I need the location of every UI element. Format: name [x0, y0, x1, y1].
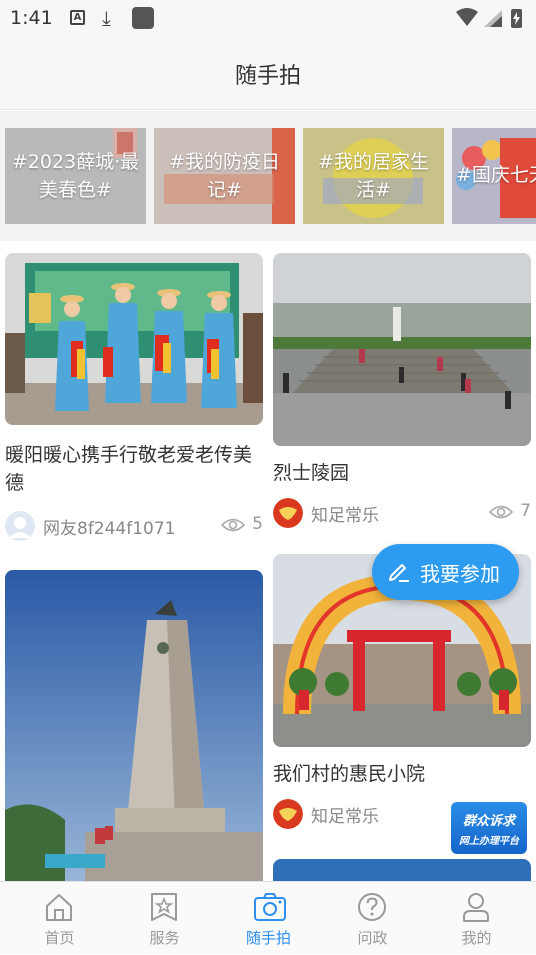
- join-button-label: 我要参加: [420, 562, 500, 586]
- star-bookmark-icon: [151, 893, 177, 921]
- view-count: 7: [520, 501, 531, 521]
- topic-card[interactable]: #2023薛城·最美春色#: [5, 128, 146, 224]
- post-title[interactable]: 烈士陵园: [273, 459, 531, 487]
- download-icon: ⤓: [102, 6, 111, 30]
- topic-label: #我的防疫日记#: [169, 151, 280, 201]
- topic-card[interactable]: #国庆七天: [452, 128, 536, 224]
- complaint-platform-badge[interactable]: 群众诉求 网上办理平台: [451, 802, 527, 854]
- post-image[interactable]: [273, 253, 531, 446]
- eye-icon: [489, 505, 513, 519]
- tab-inquiry[interactable]: 问政: [319, 882, 426, 955]
- app-header: 随手拍: [0, 36, 536, 110]
- wifi-icon: [456, 8, 478, 26]
- post-image[interactable]: [273, 859, 531, 881]
- post-title[interactable]: 我们村的惠民小院: [273, 760, 531, 788]
- post-meta: 知足常乐 7: [273, 498, 531, 528]
- topic-card[interactable]: #我的居家生活#: [303, 128, 444, 224]
- tab-label: 我的: [461, 929, 492, 947]
- avatar: [273, 799, 303, 829]
- topic-label: #我的居家生活#: [318, 151, 429, 201]
- bottom-tab-bar: 首页 服务 随手拍 问政 我的: [0, 881, 536, 954]
- question-icon: [358, 893, 386, 921]
- view-count: 5: [252, 514, 263, 534]
- topic-card[interactable]: #我的防疫日记#: [154, 128, 295, 224]
- edit-icon: [389, 564, 409, 582]
- post-card[interactable]: [273, 859, 531, 881]
- post-card[interactable]: [5, 570, 263, 881]
- badge-line1: 群众诉求: [462, 814, 515, 829]
- status-bar: 1:41 A ⤓: [0, 0, 536, 36]
- system-status-icons: [456, 8, 522, 28]
- page-title: 随手拍: [234, 64, 301, 89]
- topic-carousel[interactable]: #2023薛城·最美春色# #我的防疫日记# #我的居家生活# #国庆七天: [0, 111, 536, 241]
- tab-services[interactable]: 服务: [111, 882, 218, 955]
- app-notification-icon: [132, 7, 154, 29]
- post-image[interactable]: [5, 570, 263, 881]
- post-card[interactable]: 烈士陵园 知足常乐 7: [273, 253, 531, 533]
- join-button[interactable]: 我要参加: [372, 544, 519, 600]
- tab-snapshot[interactable]: 随手拍: [215, 882, 322, 955]
- camera-icon: [254, 893, 286, 921]
- post-title[interactable]: 暖阳暖心携手行敬老爱老传美德: [5, 441, 263, 497]
- a-notification-icon: A: [70, 10, 85, 25]
- tab-label: 随手拍: [245, 929, 291, 947]
- post-card[interactable]: 暖阳暖心携手行敬老爱老传美德 网友8f244f1071 5: [5, 253, 263, 543]
- author-name: 知足常乐: [311, 807, 379, 827]
- author-name: 知足常乐: [311, 506, 379, 526]
- tab-home[interactable]: 首页: [6, 882, 113, 955]
- badge-line2: 网上办理平台: [459, 836, 519, 847]
- post-meta: 网友8f244f1071 5: [5, 511, 263, 541]
- topic-label: #国庆七天: [456, 164, 536, 186]
- avatar: [273, 498, 303, 528]
- home-icon: [46, 894, 72, 921]
- tab-label: 问政: [357, 929, 388, 947]
- user-icon: [463, 893, 489, 922]
- topic-label: #2023薛城·最美春色#: [11, 151, 140, 201]
- tab-profile[interactable]: 我的: [423, 882, 530, 955]
- avatar: [5, 511, 35, 541]
- author-name: 网友8f244f1071: [43, 519, 176, 539]
- post-image[interactable]: [5, 253, 263, 425]
- status-time: 1:41: [10, 7, 53, 29]
- tab-label: 首页: [44, 929, 75, 947]
- tab-label: 服务: [149, 929, 180, 947]
- eye-icon: [221, 518, 245, 532]
